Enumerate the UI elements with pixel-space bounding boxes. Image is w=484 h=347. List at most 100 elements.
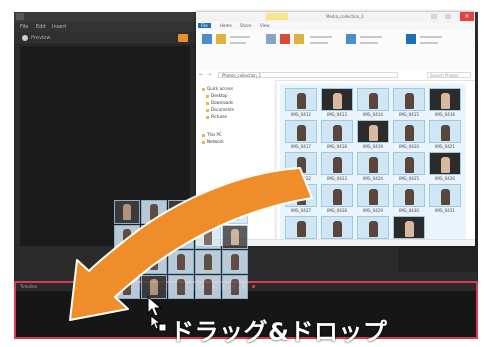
nav-item-downloads[interactable]: Downloads — [206, 100, 233, 105]
move-icon[interactable] — [266, 34, 276, 44]
photo-subject — [204, 229, 212, 245]
file-name: IMG_0425 — [399, 176, 419, 181]
file-thumbnail[interactable]: IMG_0429 — [356, 184, 390, 214]
file-name: IMG_0419 — [363, 144, 383, 149]
file-thumbnail[interactable]: IMG_0426 — [428, 152, 462, 182]
photo-subject — [150, 229, 158, 245]
photo-image — [429, 152, 461, 175]
file-name: IMG_0431 — [435, 208, 455, 213]
file-thumbnail[interactable]: IMG_0421 — [428, 120, 462, 150]
close-button[interactable]: ✕ — [460, 12, 474, 21]
file-name: IMG_0422 — [291, 176, 311, 181]
photo-subject — [123, 279, 131, 295]
photo-subject — [441, 93, 450, 109]
file-thumbnail[interactable]: IMG_0414 — [356, 88, 390, 118]
photo-subject — [204, 279, 212, 295]
file-thumbnail[interactable]: IMG_0430 — [392, 184, 426, 214]
select-all-icon[interactable] — [406, 34, 416, 44]
new-folder-icon[interactable] — [294, 34, 304, 44]
nav-item-quick-access[interactable]: Quick access — [202, 86, 233, 91]
picture-tools-tag[interactable] — [266, 13, 288, 20]
minimize-button[interactable] — [431, 14, 437, 19]
nav-item-this-pc[interactable]: This PC — [202, 132, 222, 137]
photo-subject — [204, 204, 212, 220]
photo-image — [321, 152, 353, 175]
photo-subject — [369, 157, 378, 173]
photo-subject — [297, 157, 306, 173]
file-thumbnail[interactable]: IMG_0425 — [392, 152, 426, 182]
photo-image — [357, 184, 389, 207]
maximize-button[interactable] — [445, 14, 451, 19]
dragged-thumbnail — [114, 200, 140, 224]
back-arrow-icon[interactable]: ← — [199, 72, 203, 78]
tab-home[interactable]: Home — [220, 23, 232, 28]
forward-arrow-icon[interactable]: → — [207, 72, 211, 78]
photo-subject — [405, 93, 414, 109]
tab-share[interactable]: Share — [240, 23, 252, 28]
photo-subject — [123, 229, 131, 245]
file-thumbnail[interactable]: IMG_0415 — [392, 88, 426, 118]
file-thumbnail[interactable]: IMG_0428 — [320, 184, 354, 214]
file-thumbnail[interactable]: IMG_0416 — [428, 88, 462, 118]
ribbon-text — [420, 42, 438, 44]
photo-subject — [150, 204, 158, 220]
file-thumbnail[interactable]: IMG_0431 — [428, 184, 462, 214]
file-name: IMG_0428 — [327, 208, 347, 213]
menu-insert[interactable]: Insert — [52, 24, 66, 30]
file-name: IMG_0429 — [363, 208, 383, 213]
dragged-thumbnail — [195, 250, 221, 274]
photo-subject — [369, 125, 378, 141]
photo-subject — [297, 189, 306, 205]
eye-icon[interactable] — [22, 35, 28, 41]
tab-view[interactable]: View — [260, 23, 270, 28]
file-thumbnail[interactable]: IMG_0418 — [320, 120, 354, 150]
photo-image — [285, 152, 317, 175]
nav-item-network[interactable]: Network — [202, 139, 224, 144]
nav-item-pictures[interactable]: Pictures — [206, 114, 227, 119]
file-thumbnail[interactable]: IMG_0412 — [284, 88, 318, 118]
file-thumbnail[interactable]: IMG_0417 — [284, 120, 318, 150]
menu-edit[interactable]: Edit — [36, 24, 46, 30]
dragged-thumbnail — [222, 200, 248, 224]
photo-subject — [405, 157, 414, 173]
pin-icon[interactable] — [202, 34, 212, 44]
navigation-scrollbar[interactable] — [274, 80, 277, 240]
photo-image — [321, 120, 353, 143]
dragged-thumbnail — [141, 250, 167, 274]
properties-icon[interactable] — [346, 34, 356, 44]
photo-subject — [333, 93, 342, 109]
file-thumbnail[interactable]: IMG_0420 — [392, 120, 426, 150]
file-thumbnail[interactable]: IMG_0424 — [356, 152, 390, 182]
file-thumbnail[interactable]: IMG_0422 — [284, 152, 318, 182]
nav-item-documents[interactable]: Documents — [206, 107, 234, 112]
photo-subject — [297, 221, 306, 237]
explorer-title: Media_collection_1 — [326, 14, 364, 19]
dragged-thumbnail — [222, 275, 248, 299]
file-thumbnail[interactable]: IMG_0423 — [320, 152, 354, 182]
photo-image — [393, 152, 425, 175]
file-thumbnail[interactable]: IMG_0419 — [356, 120, 390, 150]
photo-image — [285, 216, 317, 239]
caption-text: ドラッグ&ドロップ — [170, 318, 388, 346]
address-input[interactable]: Photos_collection_1 — [218, 72, 398, 78]
photo-subject — [123, 204, 131, 220]
dragged-thumbnails[interactable] — [114, 200, 254, 306]
file-grid: IMG_0412 IMG_0413 IMG_0414 IMG_0415 IMG_0416… — [280, 84, 466, 245]
delete-icon[interactable] — [280, 34, 290, 44]
file-name: IMG_0412 — [291, 112, 311, 117]
export-button[interactable] — [178, 34, 188, 42]
file-thumbnail[interactable]: IMG_0427 — [284, 184, 318, 214]
nav-item-desktop[interactable]: Desktop — [206, 93, 228, 98]
photo-subject — [441, 189, 450, 205]
file-name: IMG_0417 — [291, 144, 311, 149]
search-input[interactable]: Search Photos — [427, 72, 471, 78]
tab-file[interactable]: File — [198, 23, 211, 28]
photo-subject — [405, 221, 414, 237]
photo-subject — [441, 125, 450, 141]
copy-icon[interactable] — [216, 34, 226, 44]
dragged-thumbnail — [195, 275, 221, 299]
dragged-thumbnail — [195, 200, 221, 224]
file-name: IMG_0416 — [435, 112, 455, 117]
menu-file[interactable]: File — [20, 24, 28, 30]
file-thumbnail[interactable]: IMG_0413 — [320, 88, 354, 118]
